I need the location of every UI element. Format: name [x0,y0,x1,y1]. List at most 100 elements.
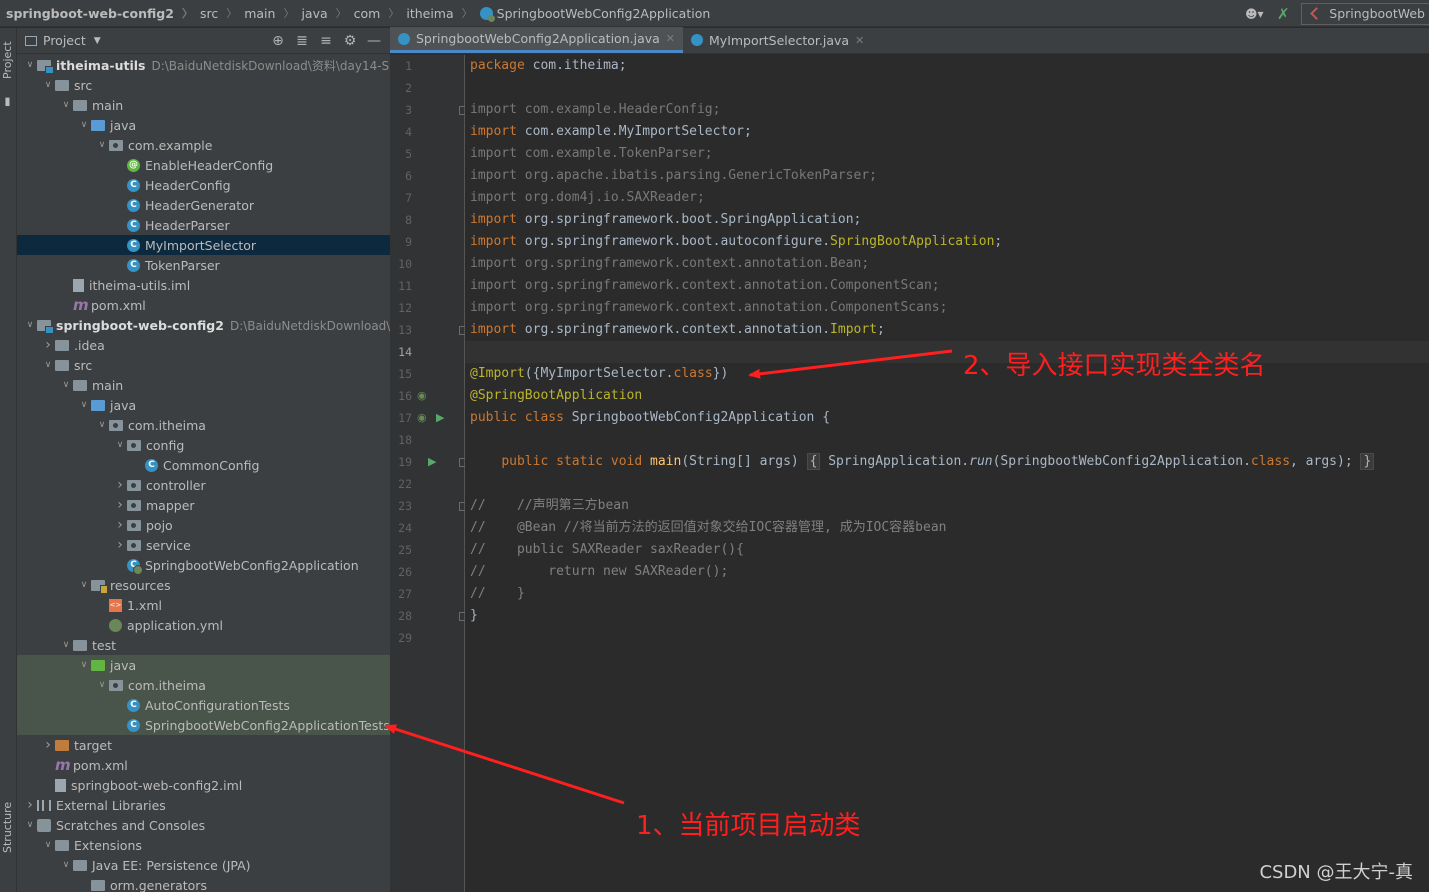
code-editor[interactable]: package com.itheima; import com.example.H… [465,55,1429,892]
breadcrumb-item[interactable]: itheima 〉 [399,5,472,21]
tree-node[interactable]: ∨ test [17,635,390,655]
breadcrumb-item[interactable]: com 〉 [347,5,400,21]
code-line[interactable]: public class SpringbootWebConfig2Applica… [470,407,830,429]
code-line[interactable]: package com.itheima; [470,55,627,77]
tree-node[interactable]: ∨ main [17,95,390,115]
breadcrumb-item[interactable]: src 〉 [193,5,237,21]
tree-node[interactable]: ∨ config [17,435,390,455]
code-line[interactable]: @SpringBootApplication [470,385,642,407]
chevron-down-icon[interactable]: ∨ [77,120,91,130]
tree-node[interactable]: ∨ java [17,115,390,135]
tree-node[interactable]: C HeaderConfig [17,175,390,195]
code-line[interactable]: import org.springframework.context.annot… [470,275,940,297]
code-line[interactable]: import com.example.HeaderConfig; [470,99,720,121]
code-line[interactable]: import org.dom4j.io.SAXReader; [470,187,705,209]
chevron-down-icon[interactable]: ∨ [95,420,109,430]
tree-node[interactable]: C TokenParser [17,255,390,275]
tree-node[interactable]: › controller [17,475,390,495]
project-panel-title[interactable]: Project [43,33,86,48]
chevron-down-icon[interactable]: ∨ [77,580,91,590]
code-line[interactable]: } [470,605,478,627]
locate-file-icon[interactable]: ⊕ [266,33,290,49]
code-line[interactable]: import org.springframework.boot.autoconf… [470,231,1002,253]
tree-node[interactable]: ∨ main [17,375,390,395]
run-configuration-select[interactable]: SpringbootWeb [1301,2,1429,25]
editor-tab[interactable]: SpringbootWebConfig2Application.java ✕ [390,27,684,53]
code-line[interactable]: import org.springframework.context.annot… [470,253,869,275]
chevron-down-icon[interactable]: ∨ [59,380,73,390]
chevron-right-icon[interactable]: › [41,737,55,753]
tree-node[interactable]: m pom.xml [17,295,390,315]
chevron-down-icon[interactable]: ▼ [94,36,101,46]
tree-node[interactable]: C HeaderGenerator [17,195,390,215]
tree-node[interactable]: C AutoConfigurationTests [17,695,390,715]
chevron-down-icon[interactable]: ∨ [59,860,73,870]
tree-node[interactable]: ∨ springboot-web-config2 D:\BaiduNetdiskDo… [17,315,390,335]
breadcrumb-item[interactable]: java 〉 [294,5,346,21]
structure-tool-tab[interactable]: Structure [1,798,16,856]
collapse-all-icon[interactable]: ≡ [314,33,338,49]
code-line[interactable]: // public SAXReader saxReader(){ [470,539,744,561]
tree-node[interactable]: C CommonConfig [17,455,390,475]
tree-node[interactable]: orm.generators [17,875,390,892]
code-line[interactable]: // return new SAXReader(); [470,561,728,583]
chevron-right-icon[interactable]: › [41,337,55,353]
tree-node[interactable]: C SpringbootWebConfig2Application [17,555,390,575]
tree-node[interactable]: C HeaderParser [17,215,390,235]
tree-node[interactable]: ∨ com.example [17,135,390,155]
tree-node[interactable]: › target [17,735,390,755]
tree-node[interactable]: ∨ Extensions [17,835,390,855]
tree-node[interactable]: › pojo [17,515,390,535]
tree-node[interactable]: ∨ src [17,355,390,375]
gear-icon[interactable]: ⚙ [338,33,362,49]
tree-node[interactable]: <> 1.xml [17,595,390,615]
run-icon[interactable]: ▶ [428,455,436,468]
chevron-down-icon[interactable]: ∨ [95,680,109,690]
spring-bean-icon[interactable]: ◉ [417,389,427,402]
tree-node[interactable]: › .idea [17,335,390,355]
user-icon[interactable]: ☻▾ [1239,3,1269,25]
chevron-right-icon[interactable]: › [113,537,127,553]
tree-node[interactable]: C MyImportSelector [17,235,390,255]
project-tool-tab[interactable]: Project [1,36,16,84]
code-line[interactable]: import org.springframework.boot.SpringAp… [470,209,861,231]
editor-tab[interactable]: MyImportSelector.java ✕ [683,27,872,53]
chevron-down-icon[interactable]: ∨ [41,80,55,90]
chevron-down-icon[interactable]: ∨ [77,400,91,410]
chevron-down-icon[interactable]: ∨ [77,660,91,670]
hide-panel-icon[interactable]: — [362,33,386,49]
tree-node[interactable]: ∨ itheima-utils D:\BaiduNetdiskDownload\资料… [17,55,390,75]
close-icon[interactable]: ✕ [855,34,864,47]
code-line[interactable]: // } [470,583,525,605]
tree-node[interactable]: › service [17,535,390,555]
tree-node[interactable]: springboot-web-config2.iml [17,775,390,795]
chevron-right-icon[interactable]: › [113,477,127,493]
code-line[interactable]: // @Bean //将当前方法的返回值对象交给IOC容器管理, 成为IOC容器… [470,517,947,539]
chevron-down-icon[interactable]: ∨ [23,60,37,70]
chevron-right-icon[interactable]: › [113,517,127,533]
code-line[interactable]: @Import({MyImportSelector.class}) [470,363,728,385]
expand-all-icon[interactable]: ≣ [290,33,314,49]
tree-node[interactable]: ∨ java [17,395,390,415]
code-line[interactable]: // //声明第三方bean [470,495,629,517]
tree-node[interactable]: itheima-utils.iml [17,275,390,295]
chevron-right-icon[interactable]: › [113,497,127,513]
tree-node[interactable]: m pom.xml [17,755,390,775]
tree-node[interactable]: › External Libraries [17,795,390,815]
tree-node[interactable]: C SpringbootWebConfig2ApplicationTests [17,715,390,735]
chevron-down-icon[interactable]: ∨ [41,840,55,850]
breadcrumb-item[interactable]: springboot-web-config2 〉 [0,5,193,21]
tree-node[interactable]: ∨ Java EE: Persistence (JPA) [17,855,390,875]
chevron-down-icon[interactable]: ∨ [23,320,37,330]
chevron-down-icon[interactable]: ∨ [59,640,73,650]
code-line[interactable]: public static void main(String[] args) {… [470,451,1375,473]
chevron-down-icon[interactable]: ∨ [41,360,55,370]
chevron-down-icon[interactable]: ∨ [59,100,73,110]
tree-node[interactable]: application.yml [17,615,390,635]
tree-node[interactable]: @ EnableHeaderConfig [17,155,390,175]
tree-node[interactable]: › mapper [17,495,390,515]
build-hammer-icon[interactable]: ✗ [1269,3,1297,25]
code-line[interactable]: import org.apache.ibatis.parsing.Generic… [470,165,877,187]
tree-node[interactable]: ∨ src [17,75,390,95]
code-line[interactable]: import org.springframework.context.annot… [470,319,885,341]
